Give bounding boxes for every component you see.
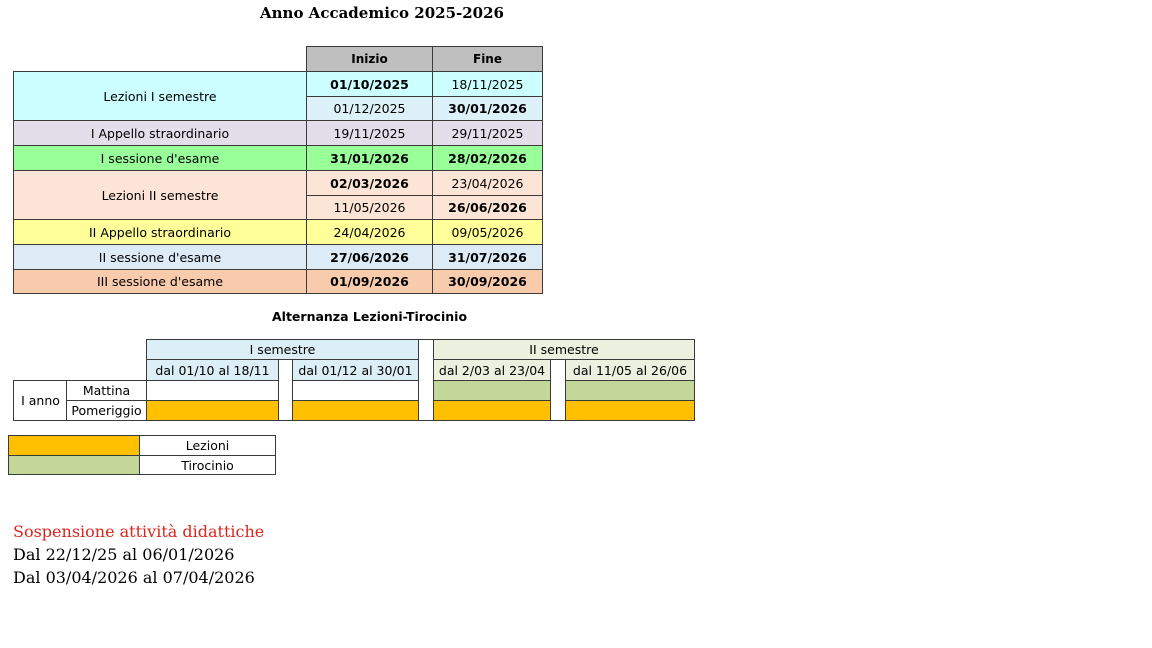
- row-label-exam-session-1: I sessione d'esame: [13, 145, 307, 171]
- afternoon-label: Pomeriggio: [66, 400, 147, 421]
- row-start: 19/11/2025: [306, 120, 433, 146]
- row-end: 31/07/2026: [432, 244, 543, 270]
- morning-slot-empty: [292, 380, 419, 401]
- row-end: 18/11/2025: [432, 71, 543, 97]
- period-header: dal 01/12 al 30/01: [292, 359, 419, 381]
- row-start: 27/06/2026: [306, 244, 433, 270]
- row-start: 24/04/2026: [306, 219, 433, 245]
- gap-column: [550, 359, 566, 421]
- morning-slot-internship: [433, 380, 551, 401]
- afternoon-slot-lessons: [292, 400, 419, 421]
- row-end: 28/02/2026: [432, 145, 543, 171]
- legend-swatch-lessons: [8, 435, 140, 456]
- morning-label: Mattina: [66, 380, 147, 401]
- row-start: 11/05/2026: [306, 195, 433, 220]
- row-end: 26/06/2026: [432, 195, 543, 220]
- morning-slot-internship: [565, 380, 695, 401]
- legend-label-lessons: Lezioni: [139, 435, 276, 456]
- suspension-title: Sospensione attività didattiche: [13, 522, 265, 541]
- row-start: 01/10/2025: [306, 71, 433, 97]
- afternoon-slot-lessons: [146, 400, 279, 421]
- period-header: dal 11/05 al 26/06: [565, 359, 695, 381]
- period-header: dal 01/10 al 18/11: [146, 359, 279, 381]
- suspension-line-2: Dal 03/04/2026 al 07/04/2026: [13, 568, 255, 587]
- row-label-lessons-sem1: Lezioni I semestre: [13, 71, 307, 121]
- morning-slot-empty: [146, 380, 279, 401]
- semester-2-header: II semestre: [433, 339, 695, 360]
- row-label-exam-session-2: II sessione d'esame: [13, 244, 307, 270]
- row-label-exam-session-3: III sessione d'esame: [13, 269, 307, 294]
- row-start: 02/03/2026: [306, 170, 433, 196]
- page-title: Anno Accademico 2025-2026: [260, 4, 504, 22]
- alternation-title: Alternanza Lezioni-Tirocinio: [272, 309, 468, 324]
- legend-swatch-internship: [8, 455, 140, 475]
- suspension-line-1: Dal 22/12/25 al 06/01/2026: [13, 545, 235, 564]
- gap-column: [278, 359, 293, 421]
- row-start: 31/01/2026: [306, 145, 433, 171]
- legend-label-internship: Tirocinio: [139, 455, 276, 475]
- period-header: dal 2/03 al 23/04: [433, 359, 551, 381]
- row-label-extra-appeal-2: II Appello straordinario: [13, 219, 307, 245]
- row-end: 23/04/2026: [432, 170, 543, 196]
- row-start: 01/09/2026: [306, 269, 433, 294]
- row-start: 01/12/2025: [306, 96, 433, 121]
- header-start: Inizio: [306, 46, 433, 72]
- header-end: Fine: [432, 46, 543, 72]
- row-end: 09/05/2026: [432, 219, 543, 245]
- semester-1-header: I semestre: [146, 339, 419, 360]
- afternoon-slot-lessons: [565, 400, 695, 421]
- row-label-extra-appeal-1: I Appello straordinario: [13, 120, 307, 146]
- afternoon-slot-lessons: [433, 400, 551, 421]
- row-end: 30/01/2026: [432, 96, 543, 121]
- row-end: 30/09/2026: [432, 269, 543, 294]
- row-label-lessons-sem2: Lezioni II semestre: [13, 170, 307, 220]
- row-end: 29/11/2025: [432, 120, 543, 146]
- gap-column: [418, 339, 434, 421]
- year-label: I anno: [13, 380, 67, 421]
